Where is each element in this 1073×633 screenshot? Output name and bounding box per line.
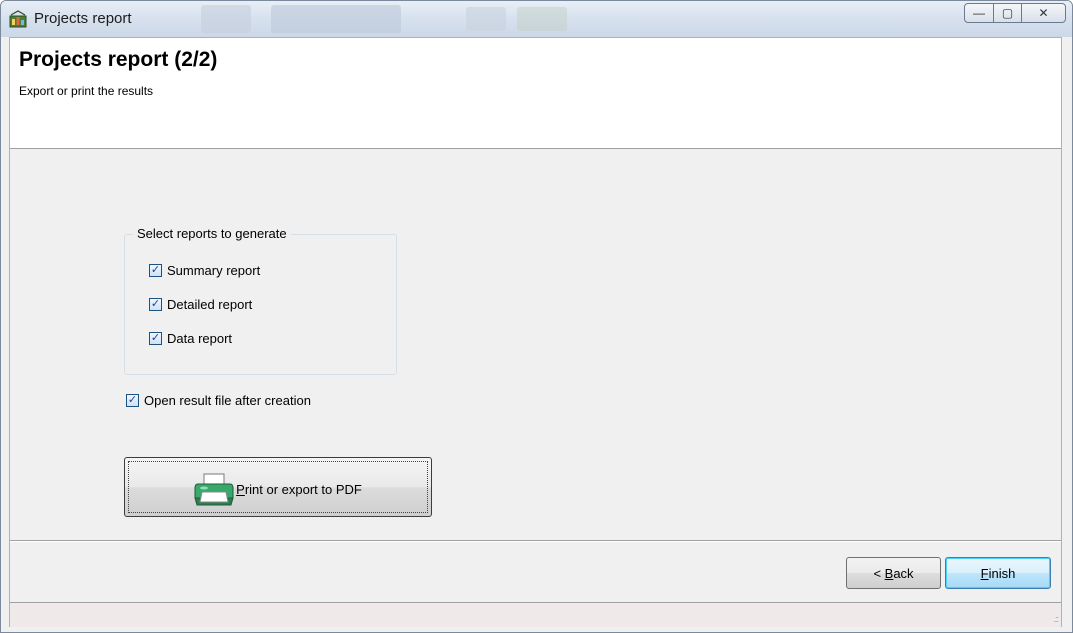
open-after-creation-label: Open result file after creation: [144, 393, 311, 408]
minimize-icon: —: [973, 6, 985, 20]
resize-grip-icon[interactable]: .::: [1053, 614, 1058, 624]
background-blur: [517, 7, 567, 31]
maximize-icon: ▢: [1001, 6, 1014, 20]
title-bar[interactable]: Projects report — ▢ ✕: [1, 1, 1072, 37]
summary-report-label: Summary report: [167, 263, 261, 278]
window-title: Projects report: [34, 10, 132, 27]
printer-icon: [194, 473, 234, 506]
reports-groupbox: Select reports to generate ✓ Summary rep…: [124, 226, 397, 375]
print-export-pdf-label: Print or export to PDF: [236, 481, 362, 497]
finish-button-label: Finish: [980, 565, 1016, 581]
footer-divider-highlight: [10, 541, 1061, 542]
print-export-pdf-button[interactable]: Print or export to PDF: [124, 457, 432, 517]
status-bar: .::: [10, 602, 1061, 627]
page-title: Projects report (2/2): [19, 48, 218, 71]
finish-button[interactable]: Finish: [945, 557, 1051, 589]
detailed-report-label: Detailed report: [167, 297, 253, 312]
caption-buttons: — ▢ ✕: [964, 3, 1066, 25]
check-icon: ✓: [150, 332, 161, 344]
close-button[interactable]: ✕: [1022, 3, 1066, 23]
detailed-report-checkbox-row[interactable]: ✓ Detailed report: [149, 297, 252, 312]
close-icon: ✕: [1038, 6, 1049, 20]
wizard-header: Projects report (2/2) Export or print th…: [10, 38, 1061, 149]
summary-report-checkbox[interactable]: ✓: [149, 264, 162, 277]
data-report-checkbox-row[interactable]: ✓ Data report: [149, 331, 232, 346]
background-blur: [271, 5, 401, 33]
background-blur: [201, 5, 251, 33]
summary-report-checkbox-row[interactable]: ✓ Summary report: [149, 263, 260, 278]
background-blur: [466, 7, 506, 31]
open-after-creation-checkbox[interactable]: ✓: [126, 394, 139, 407]
open-after-creation-row[interactable]: ✓ Open result file after creation: [126, 393, 311, 408]
check-icon: ✓: [150, 298, 161, 310]
back-button-label: < Back: [873, 565, 914, 581]
page-subtitle: Export or print the results: [19, 84, 154, 98]
groupbox-legend: Select reports to generate: [133, 226, 291, 241]
check-icon: ✓: [127, 394, 138, 406]
minimize-button[interactable]: —: [964, 3, 994, 23]
maximize-button[interactable]: ▢: [994, 3, 1022, 23]
app-report-icon: [9, 10, 27, 28]
data-report-checkbox[interactable]: ✓: [149, 332, 162, 345]
back-button[interactable]: < Back: [846, 557, 941, 589]
detailed-report-checkbox[interactable]: ✓: [149, 298, 162, 311]
check-icon: ✓: [150, 264, 161, 276]
data-report-label: Data report: [167, 331, 233, 346]
report-wizard-window: Projects report — ▢ ✕ Projects report (2…: [0, 0, 1073, 633]
wizard-client-area: Projects report (2/2) Export or print th…: [9, 37, 1062, 627]
